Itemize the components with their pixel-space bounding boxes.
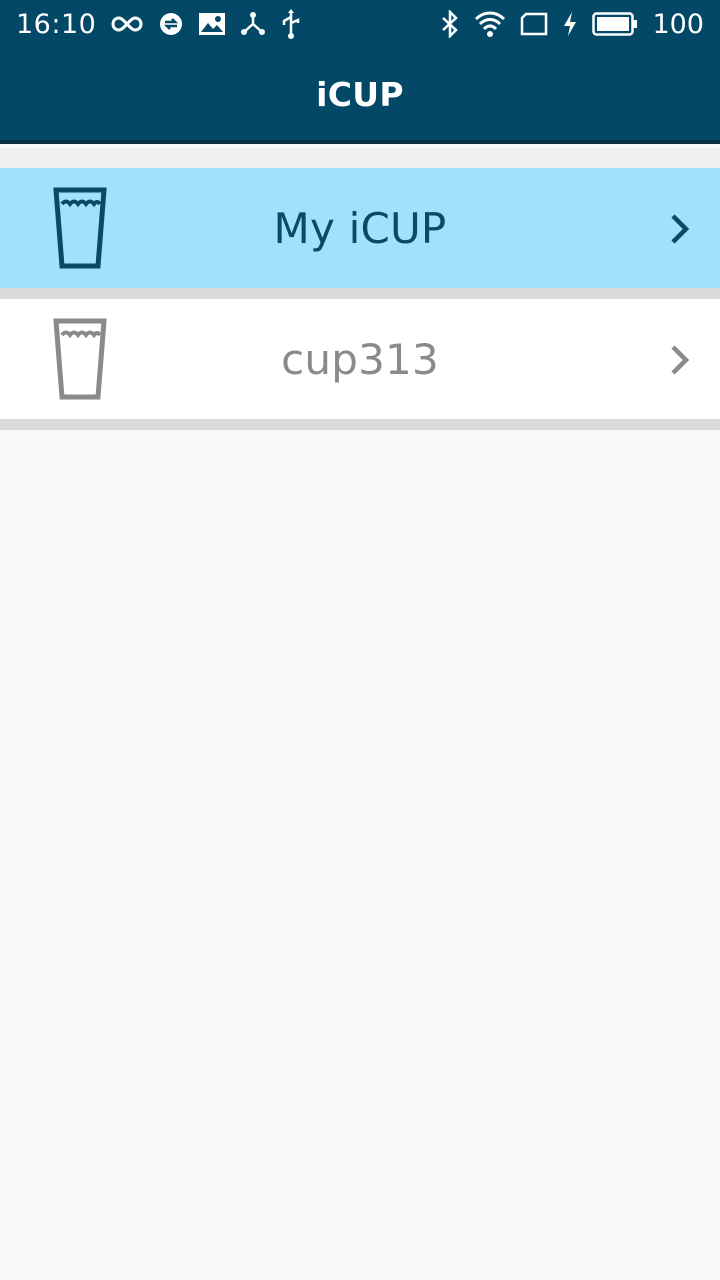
cup-name-label: cup313	[281, 334, 439, 384]
app-title: iCUP	[316, 74, 404, 114]
cup-name-label: My iCUP	[273, 203, 447, 253]
cup-list: My iCUP cup313	[0, 148, 720, 430]
status-right: 100	[440, 0, 704, 48]
list-top-gap	[0, 148, 720, 168]
battery-icon	[592, 0, 638, 48]
cup-icon	[53, 187, 107, 269]
chevron-right-icon	[671, 345, 690, 375]
cup-icon	[53, 318, 107, 400]
share-nodes-icon	[240, 0, 266, 48]
usb-icon	[280, 0, 302, 48]
list-divider	[0, 419, 720, 430]
status-left: 16:10	[16, 0, 302, 48]
image-icon	[198, 0, 226, 48]
infinity-icon	[110, 0, 144, 48]
charging-icon	[562, 0, 578, 48]
battery-level: 100	[652, 8, 704, 40]
status-time: 16:10	[16, 8, 97, 40]
cup-list-item-cup313[interactable]: cup313	[0, 299, 720, 419]
chevron-right-icon	[671, 214, 690, 244]
bluetooth-icon	[440, 0, 460, 48]
list-divider	[0, 288, 720, 299]
wifi-icon	[474, 0, 506, 48]
cup-list-item-my-icup[interactable]: My iCUP	[0, 168, 720, 288]
status-bar: 16:10 100	[0, 0, 720, 48]
app-bar: iCUP	[0, 48, 720, 144]
screen-icon	[520, 0, 548, 48]
sync-icon	[158, 0, 184, 48]
screen: 16:10 100 iCUP My iCUP cup313	[0, 0, 720, 1280]
